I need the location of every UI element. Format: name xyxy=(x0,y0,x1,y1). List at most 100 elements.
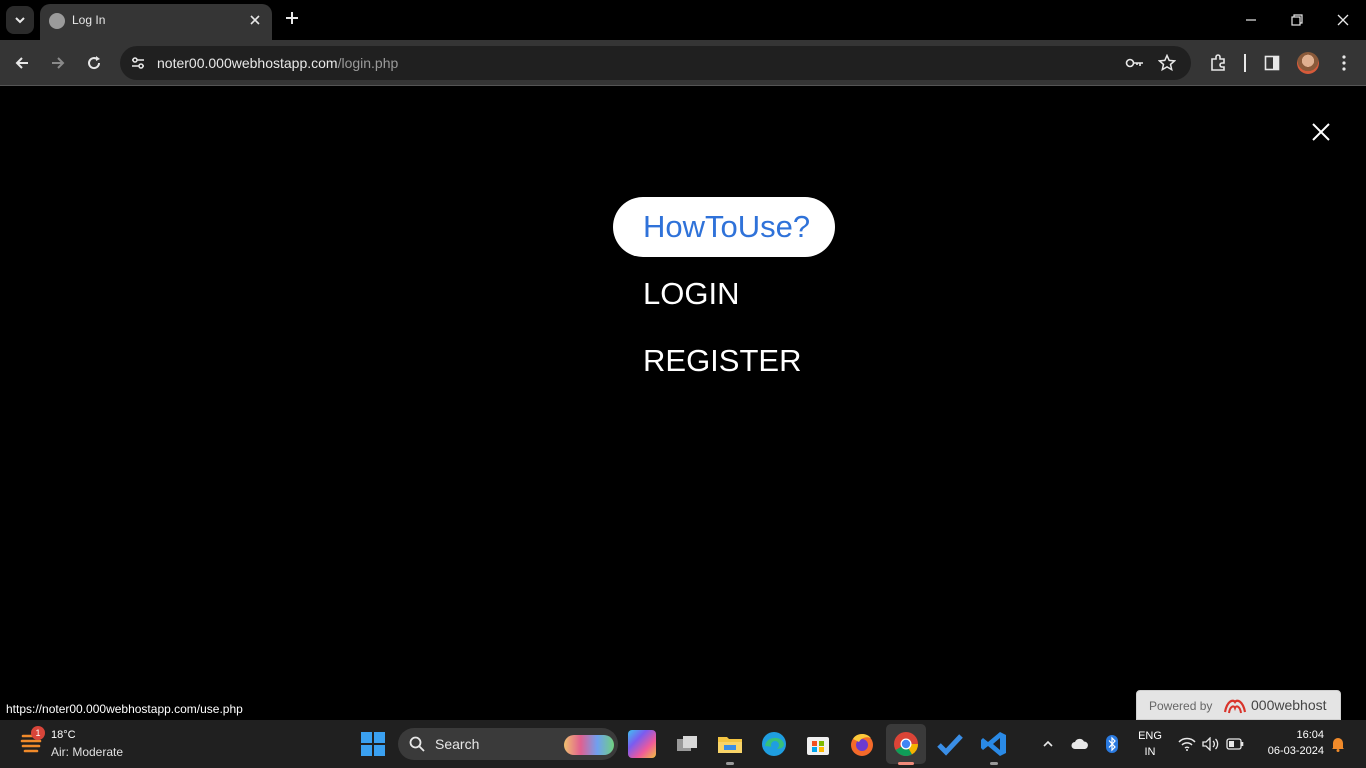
reload-icon xyxy=(88,56,101,70)
task-view-icon-graphic xyxy=(677,736,697,751)
window-close-button[interactable] xyxy=(1327,6,1359,34)
windows-logo-tile xyxy=(361,732,372,743)
notifications-button[interactable] xyxy=(1329,735,1347,753)
tab-title: Log In xyxy=(72,13,106,27)
todo-icon[interactable] xyxy=(936,730,964,758)
minimize-button[interactable] xyxy=(1235,6,1267,34)
forward-button[interactable] xyxy=(44,49,72,77)
battery-icon[interactable] xyxy=(1226,735,1244,753)
clock-time[interactable]: 16:04 xyxy=(1256,729,1324,741)
volume-icon[interactable] xyxy=(1202,735,1220,753)
language-top[interactable]: ENG xyxy=(1136,730,1164,742)
toolbar-divider xyxy=(1244,54,1246,72)
folder-icon xyxy=(718,737,742,753)
copilot-icon[interactable] xyxy=(628,730,656,758)
puzzle-icon xyxy=(1211,54,1225,71)
bell-icon xyxy=(1332,738,1344,752)
edge-icon[interactable] xyxy=(760,730,788,758)
register-link[interactable]: REGISTER xyxy=(643,343,801,379)
battery-level-icon xyxy=(1226,738,1244,750)
tab-strip: Log In xyxy=(0,0,1366,40)
powered-by-badge[interactable]: Powered by 000webhost xyxy=(1136,690,1341,720)
site-info-button[interactable] xyxy=(128,53,148,73)
more-vertical-icon xyxy=(1342,55,1346,71)
minimize-icon xyxy=(1246,19,1256,21)
clock-date[interactable]: 06-03-2024 xyxy=(1256,745,1324,757)
chrome-icon[interactable] xyxy=(892,730,920,758)
firefox-icon[interactable] xyxy=(848,730,876,758)
weather-temperature: 18°C xyxy=(51,729,76,741)
search-label: Search xyxy=(435,736,480,752)
bluetooth-logo-icon xyxy=(1106,735,1118,753)
search-highlight-art xyxy=(564,735,614,755)
bookmark-button[interactable] xyxy=(1157,53,1177,73)
vscode-logo-icon xyxy=(981,732,1006,756)
browser-menu-button[interactable] xyxy=(1332,51,1356,75)
key-icon xyxy=(1125,58,1143,68)
language-bottom[interactable]: IN xyxy=(1136,746,1164,758)
windows-logo-tile xyxy=(361,745,372,756)
url-text: noter00.000webhostapp.com/login.php xyxy=(157,55,398,71)
chevron-down-icon xyxy=(15,17,25,24)
address-bar[interactable]: noter00.000webhostapp.com/login.php xyxy=(120,46,1191,80)
status-bar-url: https://noter00.000webhostapp.com/use.ph… xyxy=(0,700,249,720)
side-panel-icon xyxy=(1264,55,1280,71)
store-icon[interactable] xyxy=(804,730,832,758)
weather-description: Air: Moderate xyxy=(51,745,124,759)
file-explorer-icon[interactable] xyxy=(716,730,744,758)
close-icon xyxy=(1337,14,1349,26)
wifi-signal-icon xyxy=(1178,737,1196,751)
windows-logo-tile xyxy=(374,745,385,756)
running-indicator xyxy=(990,762,998,765)
close-icon xyxy=(1312,123,1330,141)
onedrive-icon[interactable] xyxy=(1071,735,1089,753)
globe-icon xyxy=(49,13,65,29)
running-indicator xyxy=(726,762,734,765)
000webhost-logo-icon xyxy=(1223,699,1247,714)
speaker-icon xyxy=(1202,737,1219,751)
search-icon xyxy=(409,736,425,752)
bluetooth-icon[interactable] xyxy=(1103,735,1121,753)
tab-search-button[interactable] xyxy=(6,6,34,34)
chevron-up-icon xyxy=(1043,740,1053,747)
browser-toolbar: noter00.000webhostapp.com/login.php xyxy=(0,40,1366,86)
firefox-logo-icon xyxy=(851,733,873,756)
task-view-icon[interactable] xyxy=(673,730,701,758)
browser-tab[interactable]: Log In xyxy=(40,4,272,40)
powered-by-brand: 000webhost xyxy=(1251,697,1327,713)
howtouse-link[interactable]: HowToUse? xyxy=(643,209,810,245)
start-button[interactable] xyxy=(361,732,385,756)
arrow-left-icon xyxy=(15,57,28,69)
new-tab-button[interactable] xyxy=(281,8,303,30)
tab-close-button[interactable] xyxy=(246,11,264,29)
taskbar-search[interactable]: Search xyxy=(398,728,618,760)
plus-icon xyxy=(286,12,298,24)
side-panel-button[interactable] xyxy=(1260,51,1284,75)
running-indicator-active xyxy=(898,762,914,765)
close-icon xyxy=(250,15,260,25)
reload-button[interactable] xyxy=(80,49,108,77)
weather-badge: 1 xyxy=(31,726,45,740)
powered-by-label: Powered by xyxy=(1149,699,1213,713)
restore-icon xyxy=(1291,14,1303,26)
arrow-right-icon xyxy=(52,57,65,69)
tune-icon xyxy=(132,57,144,69)
taskbar: 1 18°C Air: Moderate Search ENG IN 16:04… xyxy=(0,720,1366,768)
microsoft-store-icon xyxy=(807,737,829,755)
vscode-icon[interactable] xyxy=(980,730,1008,758)
wifi-icon[interactable] xyxy=(1178,735,1196,753)
cloud-icon xyxy=(1071,738,1088,749)
checkmark-icon xyxy=(937,734,963,756)
password-key-button[interactable] xyxy=(1125,53,1145,73)
windows-logo-tile xyxy=(374,732,385,743)
login-link[interactable]: LOGIN xyxy=(643,276,739,312)
back-button[interactable] xyxy=(8,49,36,77)
restore-button[interactable] xyxy=(1281,6,1313,34)
url-domain: noter00.000webhostapp.com xyxy=(157,55,338,71)
extensions-button[interactable] xyxy=(1206,51,1230,75)
menu-close-button[interactable] xyxy=(1307,117,1335,147)
show-hidden-icons-button[interactable] xyxy=(1039,735,1057,753)
profile-avatar[interactable] xyxy=(1297,52,1319,74)
page-content: HowToUse? LOGIN REGISTER xyxy=(0,87,1366,720)
url-path: /login.php xyxy=(337,55,399,71)
